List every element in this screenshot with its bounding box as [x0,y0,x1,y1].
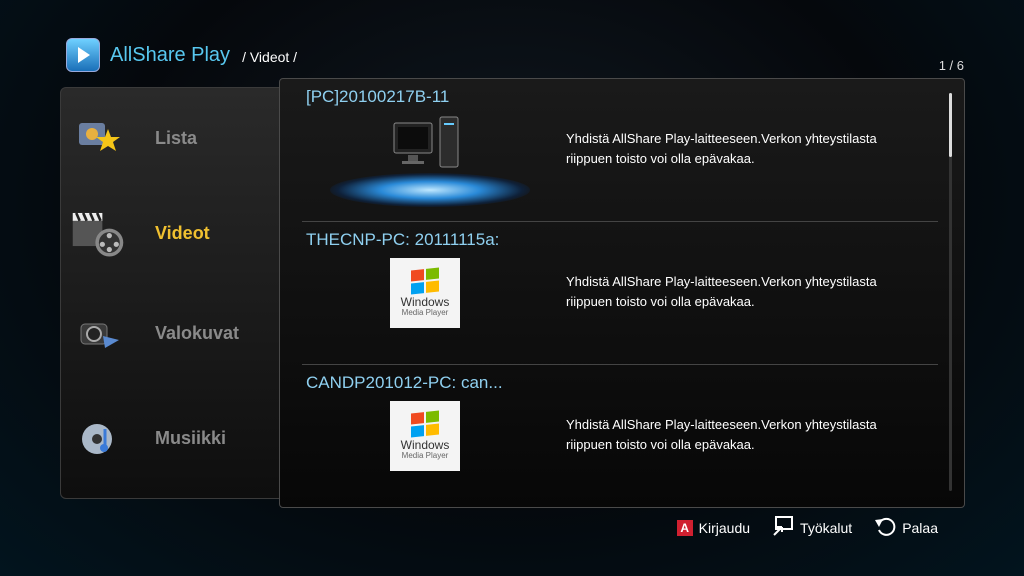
device-description: Yhdistä AllShare Play-laitteeseen.Verkon… [566,131,877,166]
windows-media-player-icon: Windows Media Player [390,258,460,328]
app-title: AllShare Play [110,43,231,66]
login-label: Kirjaudu [698,519,751,536]
back-button[interactable]: Palaa [874,516,938,539]
device-name: CANDP201012-PC: can... [306,373,503,392]
sidebar: Lista Videot Valokuvat Musiikki [60,87,292,499]
camera-icon [71,306,125,360]
star-list-icon [71,111,125,165]
sidebar-item-label: Lista [155,127,198,148]
red-a-key-icon: A [676,519,693,536]
device-description: Yhdistä AllShare Play-laitteeseen.Verkon… [566,274,877,309]
device-row[interactable]: THECNP-PC: 20111115a: Windows Media Play… [280,222,940,364]
film-clapper-icon [71,206,125,260]
sidebar-item-videot[interactable]: Videot [61,183,291,283]
footer-button-bar: A Kirjaudu Työkalut Palaa [655,516,938,539]
device-row[interactable]: CANDP201012-PC: can... Windows Media Pla… [280,365,940,507]
allshare-play-logo-icon [66,38,100,72]
breadcrumb: / Videot / [242,49,298,65]
sidebar-item-label: Videot [155,222,210,243]
back-label: Palaa [902,519,938,536]
pc-icon [330,113,530,209]
sidebar-item-label: Valokuvat [155,322,240,343]
tools-button[interactable]: Työkalut [772,516,852,539]
device-name: THECNP-PC: 20111115a: [306,230,500,249]
thumb-line-2: Media Player [401,451,449,460]
login-button[interactable]: A Kirjaudu [676,519,751,536]
header: AllShare Play / Videot / [66,38,297,72]
return-arrow-icon [874,516,896,539]
tools-label: Työkalut [800,519,853,536]
tools-icon [772,516,794,539]
music-disc-icon [71,411,125,465]
thumb-line-1: Windows [400,438,450,452]
device-row[interactable]: [PC]20100217B-11 Yhdistä AllShare Play-l… [280,79,940,221]
thumb-line-1: Windows [400,295,450,309]
windows-media-player-icon: Windows Media Player [390,401,460,471]
device-description: Yhdistä AllShare Play-laitteeseen.Verkon… [566,417,877,452]
scrollbar[interactable] [949,93,952,491]
scrollbar-thumb[interactable] [949,93,952,157]
sidebar-item-valokuvat[interactable]: Valokuvat [61,283,291,383]
device-name: [PC]20100217B-11 [306,87,450,106]
sidebar-item-label: Musiikki [155,427,227,448]
device-list-panel: [PC]20100217B-11 Yhdistä AllShare Play-l… [279,78,965,508]
thumb-line-2: Media Player [401,308,449,317]
sidebar-item-lista[interactable]: Lista [61,88,291,188]
page-indicator: 1 / 6 [938,58,964,73]
sidebar-item-musiikki[interactable]: Musiikki [61,388,291,488]
